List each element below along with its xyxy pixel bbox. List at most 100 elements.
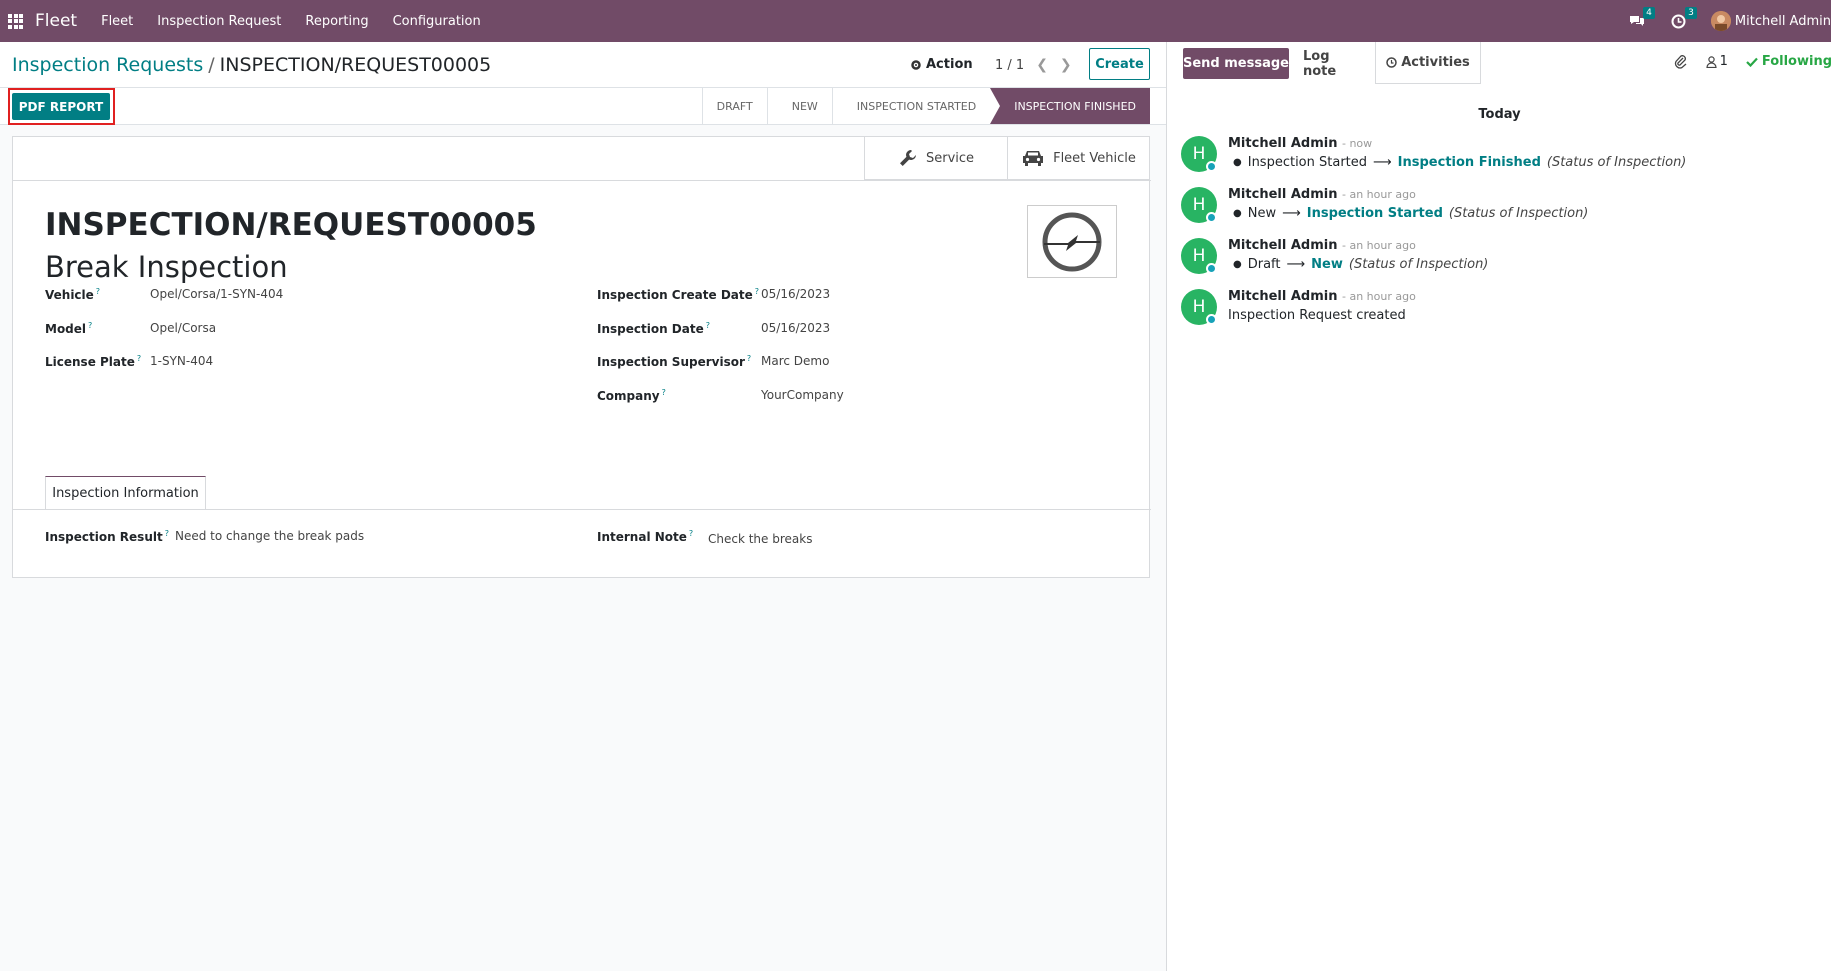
field-company-label: Company? [597, 388, 666, 403]
field-inspection-supervisor: Inspection Supervisor? Marc Demo [597, 354, 1037, 369]
activities-label: Activities [1401, 55, 1470, 70]
user-name[interactable]: Mitchell Admin [1735, 14, 1831, 29]
activities-button[interactable]: Activities [1375, 42, 1481, 84]
control-panel: Inspection Requests / INSPECTION/REQUEST00… [0, 42, 1166, 88]
message-body: Inspection Request created [1228, 308, 1406, 323]
stage-inspection-started[interactable]: INSPECTION STARTED [831, 88, 991, 124]
form-statusbar-row: PDF REPORT DRAFT NEW INSPECTION STARTED … [0, 88, 1166, 125]
form-area: Inspection Requests / INSPECTION/REQUEST00… [0, 42, 1166, 971]
chatter-message: H Mitchell Admin - an hour ago ● New ⟶ I… [1181, 187, 1821, 232]
top-navbar: Fleet Fleet Inspection Request Reporting… [0, 0, 1831, 42]
menu-configuration[interactable]: Configuration [393, 14, 481, 29]
chatter-message: H Mitchell Admin - now ● Inspection Star… [1181, 136, 1821, 181]
fleet-vehicle-smart-button[interactable]: Fleet Vehicle [1007, 137, 1149, 180]
action-menu-button[interactable]: Action [910, 57, 973, 72]
field-inspection-result: Inspection Result? Need to change the br… [45, 529, 565, 544]
followers-button[interactable]: 1 [1705, 54, 1728, 69]
message-tracking: ● Draft ⟶ New (Status of Inspection) [1233, 257, 1488, 272]
opel-logo-icon [1042, 212, 1102, 271]
field-inspection-result-value[interactable]: Need to change the break pads [175, 529, 364, 543]
message-author[interactable]: Mitchell Admin - now [1228, 136, 1372, 151]
wrench-icon [899, 150, 916, 166]
tab-inspection-information[interactable]: Inspection Information [45, 476, 206, 510]
menu-inspection-request[interactable]: Inspection Request [157, 14, 281, 29]
bullet-icon: ● [1233, 208, 1242, 219]
field-inspection-supervisor-label: Inspection Supervisor? [597, 354, 752, 369]
field-company: Company? YourCompany [597, 388, 1037, 403]
message-avatar[interactable]: H [1181, 187, 1217, 223]
message-time: - an hour ago [1341, 239, 1416, 252]
online-status-icon [1206, 314, 1217, 325]
message-avatar[interactable]: H [1181, 238, 1217, 274]
user-avatar[interactable] [1710, 11, 1731, 31]
following-button[interactable]: Following [1746, 54, 1831, 69]
pager-value[interactable]: 1 / 1 [995, 58, 1024, 73]
tracking-field-name: (Status of Inspection) [1348, 257, 1489, 272]
breadcrumb-separator: / [208, 54, 215, 76]
message-author[interactable]: Mitchell Admin - an hour ago [1228, 238, 1416, 253]
tracking-new-value: Inspection Finished [1397, 155, 1541, 170]
message-tracking: ● New ⟶ Inspection Started (Status of In… [1233, 206, 1588, 221]
pager-previous-icon[interactable]: ❮ [1036, 57, 1048, 73]
chatter-message: H Mitchell Admin - an hour ago Inspectio… [1181, 289, 1821, 334]
field-license-plate-value[interactable]: 1-SYN-404 [150, 354, 213, 368]
send-message-button[interactable]: Send message [1183, 48, 1289, 79]
date-separator: Today [1478, 107, 1521, 122]
field-inspection-create-date-label: Inspection Create Date? [597, 287, 760, 302]
messages-icon[interactable]: 4 [1627, 7, 1655, 31]
online-status-icon [1206, 161, 1217, 172]
clock-icon [1386, 57, 1397, 68]
online-status-icon [1206, 212, 1217, 223]
field-model-value[interactable]: Opel/Corsa [150, 321, 216, 335]
tracking-old-value: Inspection Started [1247, 155, 1368, 170]
field-internal-note-label: Internal Note? [597, 529, 694, 544]
pager-next-icon[interactable]: ❯ [1060, 57, 1072, 73]
message-time: - an hour ago [1341, 290, 1416, 303]
stage-inspection-finished[interactable]: INSPECTION FINISHED [990, 88, 1150, 124]
service-smart-button[interactable]: Service [865, 137, 1007, 180]
record-title: INSPECTION/REQUEST00005 [45, 207, 537, 243]
notebook-divider [13, 509, 1151, 510]
field-inspection-date-value[interactable]: 05/16/2023 [761, 321, 830, 335]
chatter-topbar: Send message Log note Activities 1 Follo… [1167, 42, 1831, 84]
field-inspection-supervisor-value[interactable]: Marc Demo [761, 354, 829, 368]
menu-reporting[interactable]: Reporting [305, 14, 368, 29]
check-icon [1746, 57, 1758, 67]
sheet-divider [13, 180, 1151, 181]
tracking-old-value: New [1247, 206, 1277, 221]
field-model: Model? Opel/Corsa [45, 321, 485, 336]
message-avatar[interactable]: H [1181, 289, 1217, 325]
stage-new[interactable]: NEW [766, 88, 832, 124]
field-company-value[interactable]: YourCompany [761, 388, 844, 402]
arrow-right-icon: ⟶ [1282, 206, 1301, 221]
vehicle-brand-image[interactable] [1027, 205, 1117, 278]
menu-fleet[interactable]: Fleet [101, 14, 133, 29]
message-time: - an hour ago [1341, 188, 1416, 201]
field-inspection-create-date-value[interactable]: 05/16/2023 [761, 287, 830, 301]
field-inspection-result-label: Inspection Result? [45, 529, 169, 544]
tracking-old-value: Draft [1247, 257, 1281, 272]
gear-icon [911, 59, 921, 70]
record-subtitle[interactable]: Break Inspection [45, 250, 288, 284]
field-inspection-date: Inspection Date? 05/16/2023 [597, 321, 1037, 336]
breadcrumb-current: INSPECTION/REQUEST00005 [219, 54, 492, 76]
smart-button-box: Service Fleet Vehicle [864, 137, 1149, 180]
message-author[interactable]: Mitchell Admin - an hour ago [1228, 289, 1416, 304]
stage-draft[interactable]: DRAFT [701, 88, 767, 124]
chatter-message: H Mitchell Admin - an hour ago ● Draft ⟶… [1181, 238, 1821, 283]
pdf-report-button[interactable]: PDF REPORT [12, 93, 110, 120]
apps-grid-icon[interactable] [8, 13, 23, 29]
message-author[interactable]: Mitchell Admin - an hour ago [1228, 187, 1416, 202]
activities-clock-icon[interactable]: 3 [1669, 7, 1697, 31]
tracking-field-name: (Status of Inspection) [1546, 155, 1687, 170]
paperclip-icon[interactable] [1674, 54, 1688, 69]
create-button[interactable]: Create [1089, 48, 1150, 80]
field-internal-note-value[interactable]: Check the breaks [708, 532, 812, 546]
app-brand[interactable]: Fleet [35, 11, 77, 31]
action-label: Action [926, 57, 973, 72]
log-note-button[interactable]: Log note [1303, 48, 1367, 79]
field-vehicle-value[interactable]: Opel/Corsa/1-SYN-404 [150, 287, 283, 301]
message-avatar[interactable]: H [1181, 136, 1217, 172]
arrow-right-icon: ⟶ [1373, 155, 1392, 170]
breadcrumb-parent-link[interactable]: Inspection Requests [12, 54, 203, 76]
